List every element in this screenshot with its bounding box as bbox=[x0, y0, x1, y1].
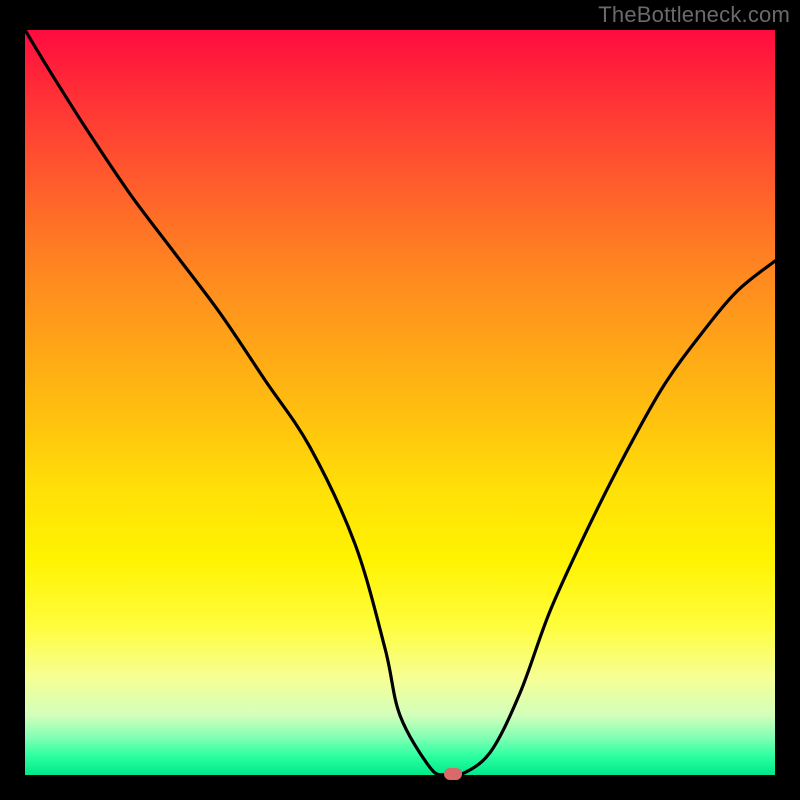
plot-area bbox=[25, 30, 775, 775]
bottleneck-curve bbox=[25, 30, 775, 775]
chart-frame: TheBottleneck.com bbox=[0, 0, 800, 800]
optimal-point-marker bbox=[444, 768, 462, 780]
watermark-text: TheBottleneck.com bbox=[598, 2, 790, 28]
